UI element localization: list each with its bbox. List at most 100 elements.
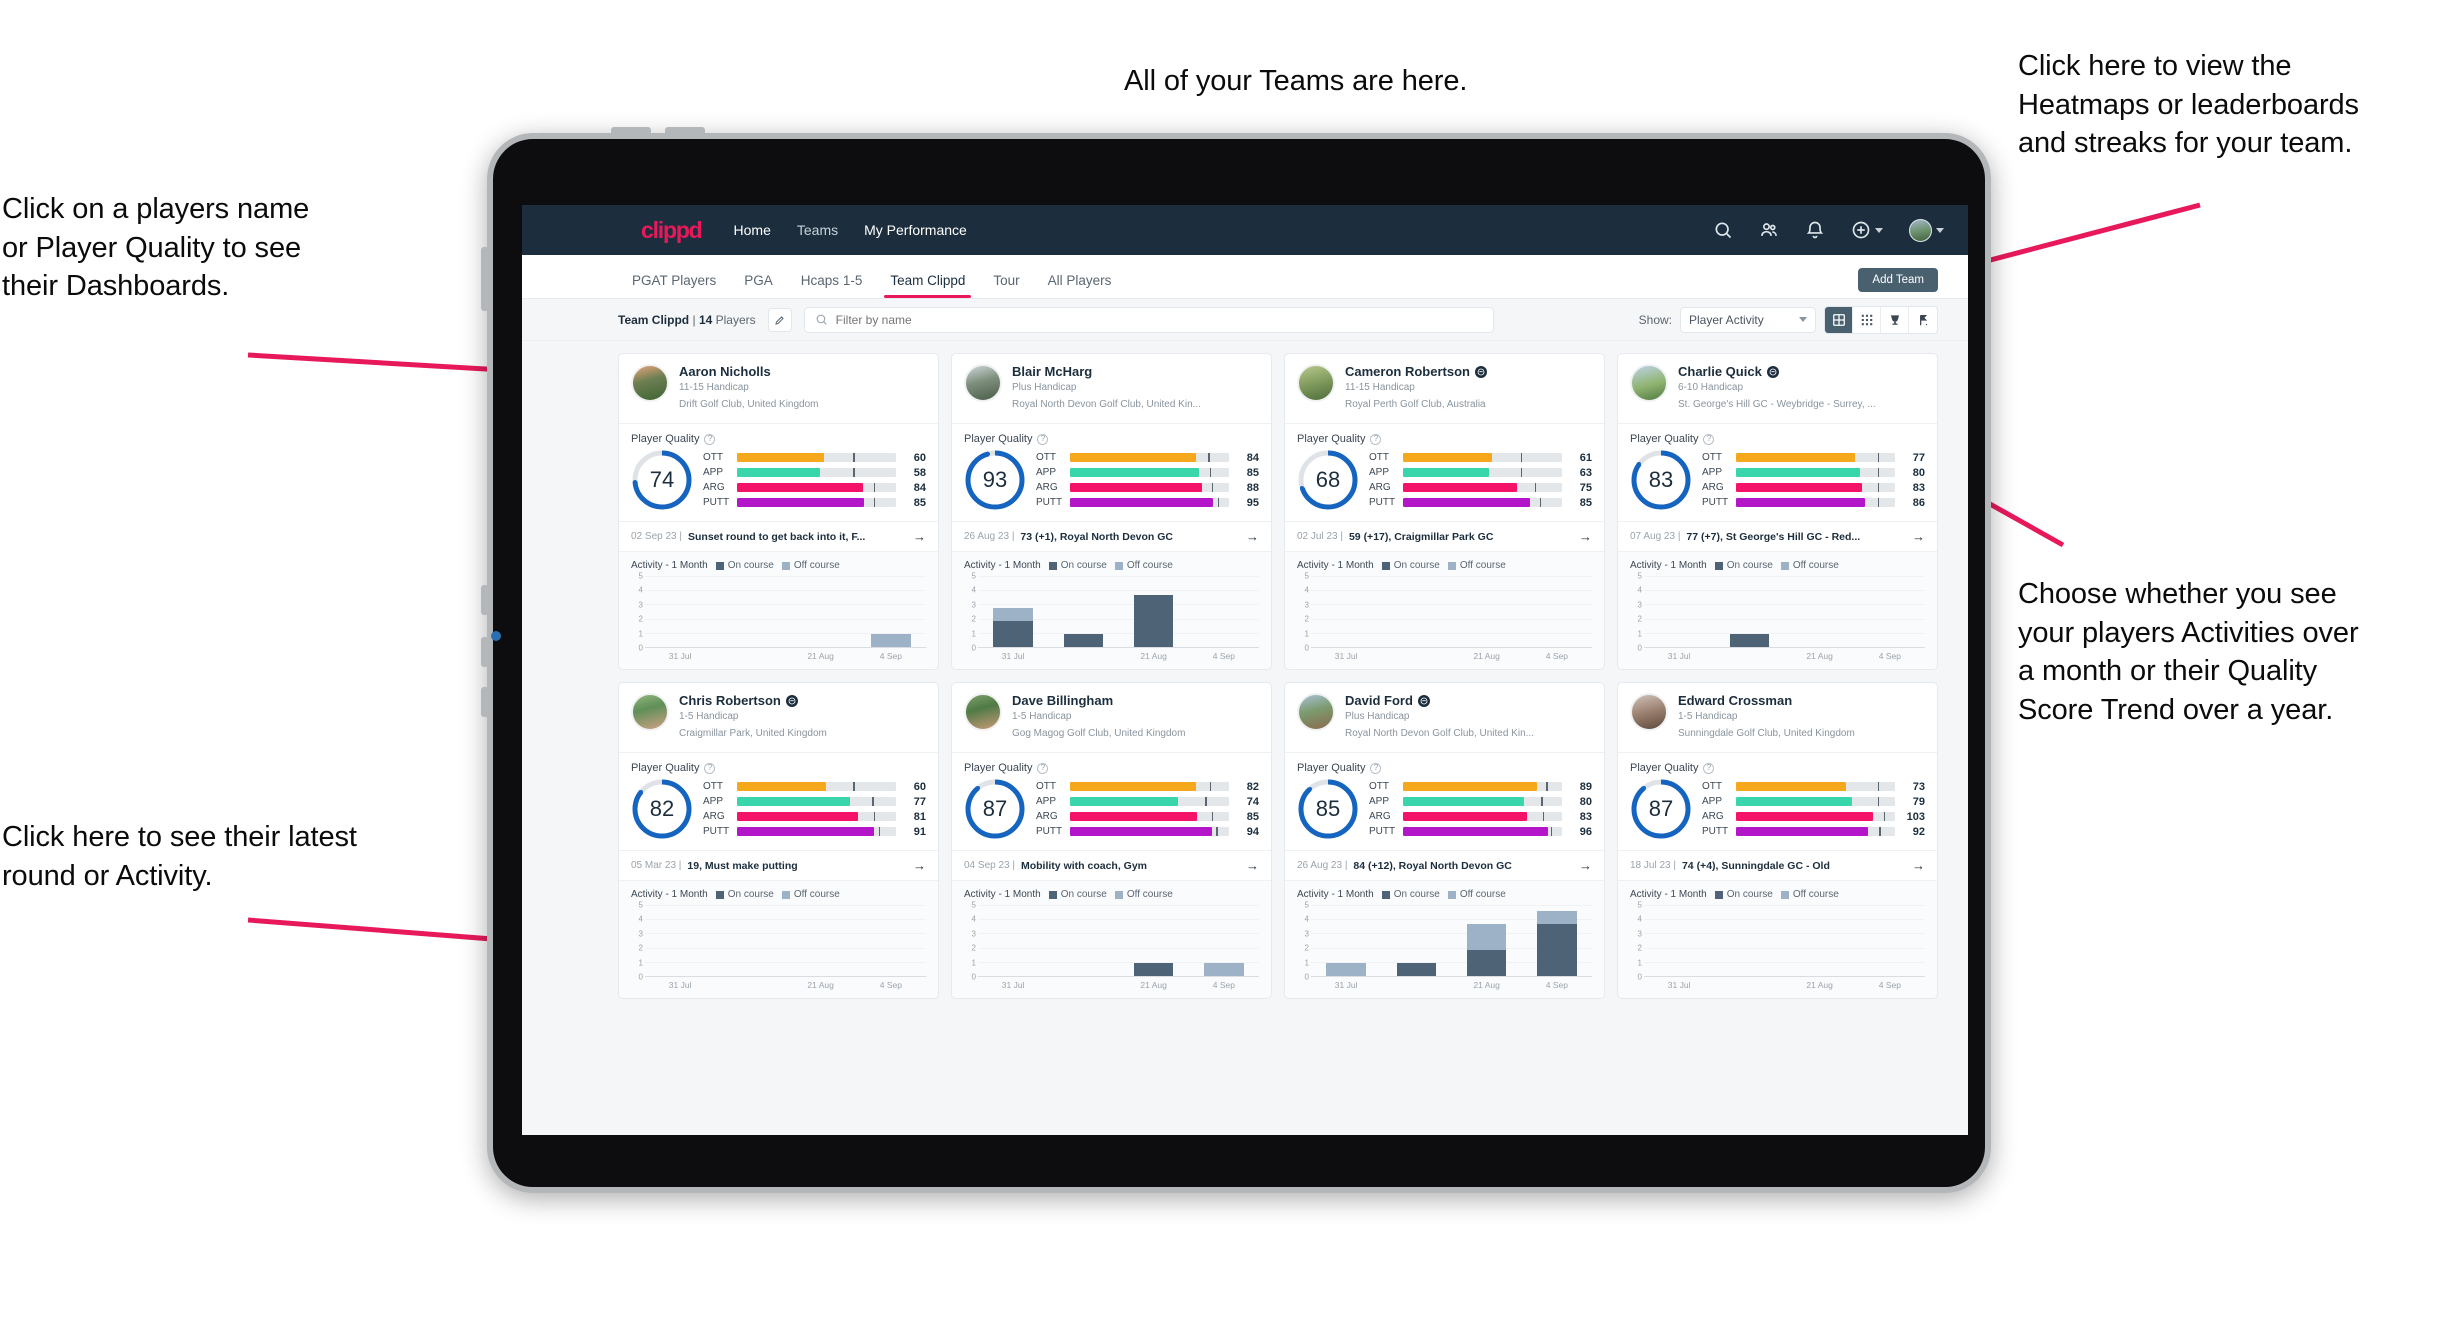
- player-header[interactable]: Dave Billingham 1-5 Handicap Gog Magog G…: [952, 683, 1271, 752]
- player-name[interactable]: Edward Crossman: [1678, 693, 1792, 708]
- tab-all-players[interactable]: All Players: [1034, 273, 1126, 298]
- player-quality-section[interactable]: Player Quality ? 87 OTT 73 APP 79 ARG 10…: [1618, 753, 1937, 850]
- player-name[interactable]: Cameron Robertson: [1345, 364, 1470, 379]
- latest-round-row[interactable]: 26 Aug 23 | 73 (+1), Royal North Devon G…: [952, 521, 1271, 552]
- player-name[interactable]: Dave Billingham: [1012, 693, 1113, 708]
- tab-hcaps-1-5[interactable]: Hcaps 1-5: [787, 273, 877, 298]
- player-card[interactable]: Charlie Quick 6-10 Handicap St. George's…: [1617, 353, 1938, 670]
- latest-round-row[interactable]: 02 Jul 23 | 59 (+17), Craigmillar Park G…: [1285, 521, 1604, 552]
- add-team-button[interactable]: Add Team: [1858, 268, 1938, 292]
- arrow-right-icon[interactable]: →: [1912, 529, 1925, 544]
- player-name[interactable]: Blair McHarg: [1012, 364, 1092, 379]
- player-quality-section[interactable]: Player Quality ? 93 OTT 84 APP 85 ARG 88…: [952, 424, 1271, 521]
- player-name[interactable]: Charlie Quick: [1678, 364, 1762, 379]
- player-header[interactable]: Charlie Quick 6-10 Handicap St. George's…: [1618, 354, 1937, 423]
- player-header[interactable]: Chris Robertson 1-5 Handicap Craigmillar…: [619, 683, 938, 752]
- leaderboard-icon[interactable]: [1881, 306, 1909, 333]
- tab-pga[interactable]: PGA: [730, 273, 787, 298]
- latest-round-row[interactable]: 05 Mar 23 | 19, Must make putting →: [619, 850, 938, 881]
- tab-team-clippd[interactable]: Team Clippd: [876, 273, 979, 298]
- player-photo[interactable]: [1297, 364, 1335, 402]
- help-icon[interactable]: ?: [1037, 433, 1049, 445]
- create-menu[interactable]: [1851, 220, 1883, 240]
- player-header[interactable]: Aaron Nicholls 11-15 Handicap Drift Golf…: [619, 354, 938, 423]
- arrow-right-icon[interactable]: →: [1246, 529, 1259, 544]
- player-card[interactable]: Cameron Robertson 11-15 Handicap Royal P…: [1284, 353, 1605, 670]
- player-name-row[interactable]: Charlie Quick: [1678, 364, 1876, 379]
- card-view-icon[interactable]: [1825, 306, 1853, 333]
- arrow-right-icon[interactable]: →: [913, 529, 926, 544]
- player-photo[interactable]: [964, 693, 1002, 731]
- latest-round-row[interactable]: 02 Sep 23 | Sunset round to get back int…: [619, 521, 938, 552]
- player-photo[interactable]: [1630, 364, 1668, 402]
- player-name[interactable]: Chris Robertson: [679, 693, 781, 708]
- nav-link-home[interactable]: Home: [734, 222, 771, 238]
- show-select[interactable]: Player Activity: [1680, 306, 1816, 333]
- avatar[interactable]: [1909, 218, 1932, 242]
- help-icon[interactable]: ?: [704, 433, 716, 445]
- player-name-row[interactable]: Edward Crossman: [1678, 693, 1855, 708]
- player-card[interactable]: Blair McHarg Plus Handicap Royal North D…: [951, 353, 1272, 670]
- player-photo[interactable]: [631, 364, 669, 402]
- player-name-row[interactable]: Dave Billingham: [1012, 693, 1185, 708]
- player-photo[interactable]: [964, 364, 1002, 402]
- latest-round-row[interactable]: 07 Aug 23 | 77 (+7), St George's Hill GC…: [1618, 521, 1937, 552]
- tab-pgat-players[interactable]: PGAT Players: [618, 273, 730, 298]
- arrow-right-icon[interactable]: →: [1579, 858, 1592, 873]
- arrow-right-icon[interactable]: →: [1246, 858, 1259, 873]
- latest-round-row[interactable]: 18 Jul 23 | 74 (+4), Sunningdale GC - Ol…: [1618, 850, 1937, 881]
- player-name-row[interactable]: Chris Robertson: [679, 693, 827, 708]
- grid-view-icon[interactable]: [1853, 306, 1881, 333]
- help-icon[interactable]: ?: [1703, 762, 1715, 774]
- player-name-row[interactable]: Blair McHarg: [1012, 364, 1201, 379]
- player-photo[interactable]: [1630, 693, 1668, 731]
- profile-menu[interactable]: [1909, 218, 1944, 242]
- latest-round-row[interactable]: 26 Aug 23 | 84 (+12), Royal North Devon …: [1285, 850, 1604, 881]
- player-name-row[interactable]: Aaron Nicholls: [679, 364, 819, 379]
- edit-team-button[interactable]: [767, 307, 792, 332]
- player-quality-section[interactable]: Player Quality ? 87 OTT 82 APP 74 ARG 85…: [952, 753, 1271, 850]
- help-icon[interactable]: ?: [1370, 762, 1382, 774]
- player-card[interactable]: David Ford Plus Handicap Royal North Dev…: [1284, 682, 1605, 999]
- player-header[interactable]: David Ford Plus Handicap Royal North Dev…: [1285, 683, 1604, 752]
- bell-icon[interactable]: [1805, 220, 1825, 240]
- arrow-right-icon[interactable]: →: [1579, 529, 1592, 544]
- player-photo[interactable]: [1297, 693, 1335, 731]
- people-icon[interactable]: [1759, 220, 1779, 240]
- player-name[interactable]: David Ford: [1345, 693, 1413, 708]
- player-name-row[interactable]: Cameron Robertson: [1345, 364, 1487, 379]
- filter-box[interactable]: [803, 306, 1494, 333]
- plus-circle-icon[interactable]: [1851, 220, 1871, 240]
- legend-off-course: Off course: [1447, 889, 1506, 900]
- arrow-right-icon[interactable]: →: [913, 858, 926, 873]
- tab-tour[interactable]: Tour: [979, 273, 1033, 298]
- player-quality-section[interactable]: Player Quality ? 85 OTT 89 APP 80 ARG 83…: [1285, 753, 1604, 850]
- player-header[interactable]: Edward Crossman 1-5 Handicap Sunningdale…: [1618, 683, 1937, 752]
- player-name[interactable]: Aaron Nicholls: [679, 364, 771, 379]
- latest-round-row[interactable]: 04 Sep 23 | Mobility with coach, Gym →: [952, 850, 1271, 881]
- player-card[interactable]: Aaron Nicholls 11-15 Handicap Drift Golf…: [618, 353, 939, 670]
- player-name-row[interactable]: David Ford: [1345, 693, 1534, 708]
- help-icon[interactable]: ?: [1037, 762, 1049, 774]
- player-header[interactable]: Cameron Robertson 11-15 Handicap Royal P…: [1285, 354, 1604, 423]
- clippd-logo[interactable]: clippd: [641, 217, 703, 244]
- player-quality-section[interactable]: Player Quality ? 74 OTT 60 APP 58 ARG 84…: [619, 424, 938, 521]
- player-header[interactable]: Blair McHarg Plus Handicap Royal North D…: [952, 354, 1271, 423]
- help-icon[interactable]: ?: [1703, 433, 1715, 445]
- help-icon[interactable]: ?: [704, 762, 716, 774]
- player-quality-section[interactable]: Player Quality ? 68 OTT 61 APP 63 ARG 75…: [1285, 424, 1604, 521]
- player-photo[interactable]: [631, 693, 669, 731]
- player-quality-section[interactable]: Player Quality ? 83 OTT 77 APP 80 ARG 83…: [1618, 424, 1937, 521]
- heatmap-flag-icon[interactable]: [1909, 307, 1937, 333]
- nav-link-teams[interactable]: Teams: [797, 222, 838, 238]
- bar-segment-off-course: [1204, 963, 1244, 976]
- nav-link-my-performance[interactable]: My Performance: [864, 222, 967, 238]
- search-icon[interactable]: [1713, 220, 1733, 240]
- help-icon[interactable]: ?: [1370, 433, 1382, 445]
- player-card[interactable]: Chris Robertson 1-5 Handicap Craigmillar…: [618, 682, 939, 999]
- arrow-right-icon[interactable]: →: [1912, 858, 1925, 873]
- search-input[interactable]: [835, 312, 1483, 327]
- player-card[interactable]: Dave Billingham 1-5 Handicap Gog Magog G…: [951, 682, 1272, 999]
- player-quality-section[interactable]: Player Quality ? 82 OTT 60 APP 77 ARG 81…: [619, 753, 938, 850]
- player-card[interactable]: Edward Crossman 1-5 Handicap Sunningdale…: [1617, 682, 1938, 999]
